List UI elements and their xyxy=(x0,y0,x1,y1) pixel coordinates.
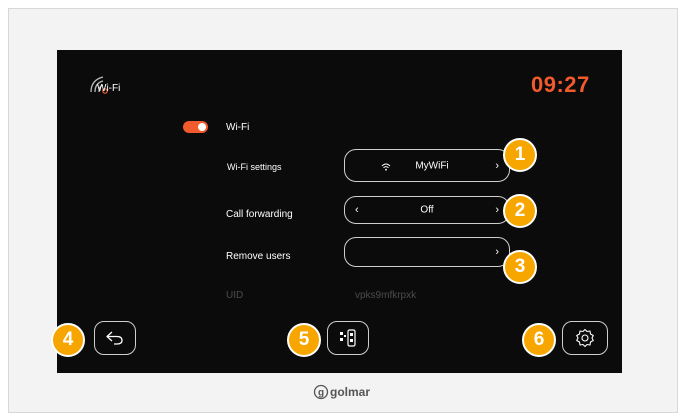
brand-name: golmar xyxy=(330,385,371,399)
wifi-network-name: MyWiFi xyxy=(415,160,449,171)
call-forwarding-value: Off xyxy=(420,204,434,216)
callout-6: 6 xyxy=(522,323,556,357)
remove-users-label: Remove users xyxy=(226,251,291,262)
wifi-settings-label: Wi-Fi settings xyxy=(227,162,282,172)
settings-button[interactable] xyxy=(562,321,608,355)
chevron-right-icon: › xyxy=(495,246,499,258)
callout-1: 1 xyxy=(503,138,537,172)
back-button[interactable] xyxy=(94,321,136,355)
remove-users-button[interactable]: › xyxy=(344,237,510,267)
golmar-logo: g golmar xyxy=(313,384,370,400)
chevron-right-icon[interactable]: › xyxy=(495,204,499,216)
phone-pairing-button[interactable] xyxy=(327,321,369,355)
callout-3: 3 xyxy=(503,250,537,284)
back-arrow-icon xyxy=(106,331,123,345)
callout-4: 4 xyxy=(51,323,85,357)
svg-text:g: g xyxy=(318,388,324,399)
qr-phone-icon xyxy=(340,329,356,347)
toggle-knob xyxy=(198,123,206,131)
gear-icon xyxy=(576,328,594,348)
clock: 09:27 xyxy=(531,72,590,97)
chevron-right-icon: › xyxy=(495,159,499,172)
wifi-toggle[interactable] xyxy=(183,121,208,133)
wifi-toggle-label: Wi-Fi xyxy=(226,122,250,133)
callout-2: 2 xyxy=(503,194,537,228)
callout-5: 5 xyxy=(287,323,321,357)
uid-label: UID xyxy=(226,290,244,301)
uid-value: vpks9mfkrpxk xyxy=(355,290,417,301)
page-title: Wi-Fi xyxy=(97,83,121,94)
call-forwarding-label: Call forwarding xyxy=(226,209,293,220)
wifi-settings-button[interactable]: MyWiFi › xyxy=(344,149,510,182)
call-forwarding-selector[interactable]: ‹ Off › xyxy=(344,196,510,224)
